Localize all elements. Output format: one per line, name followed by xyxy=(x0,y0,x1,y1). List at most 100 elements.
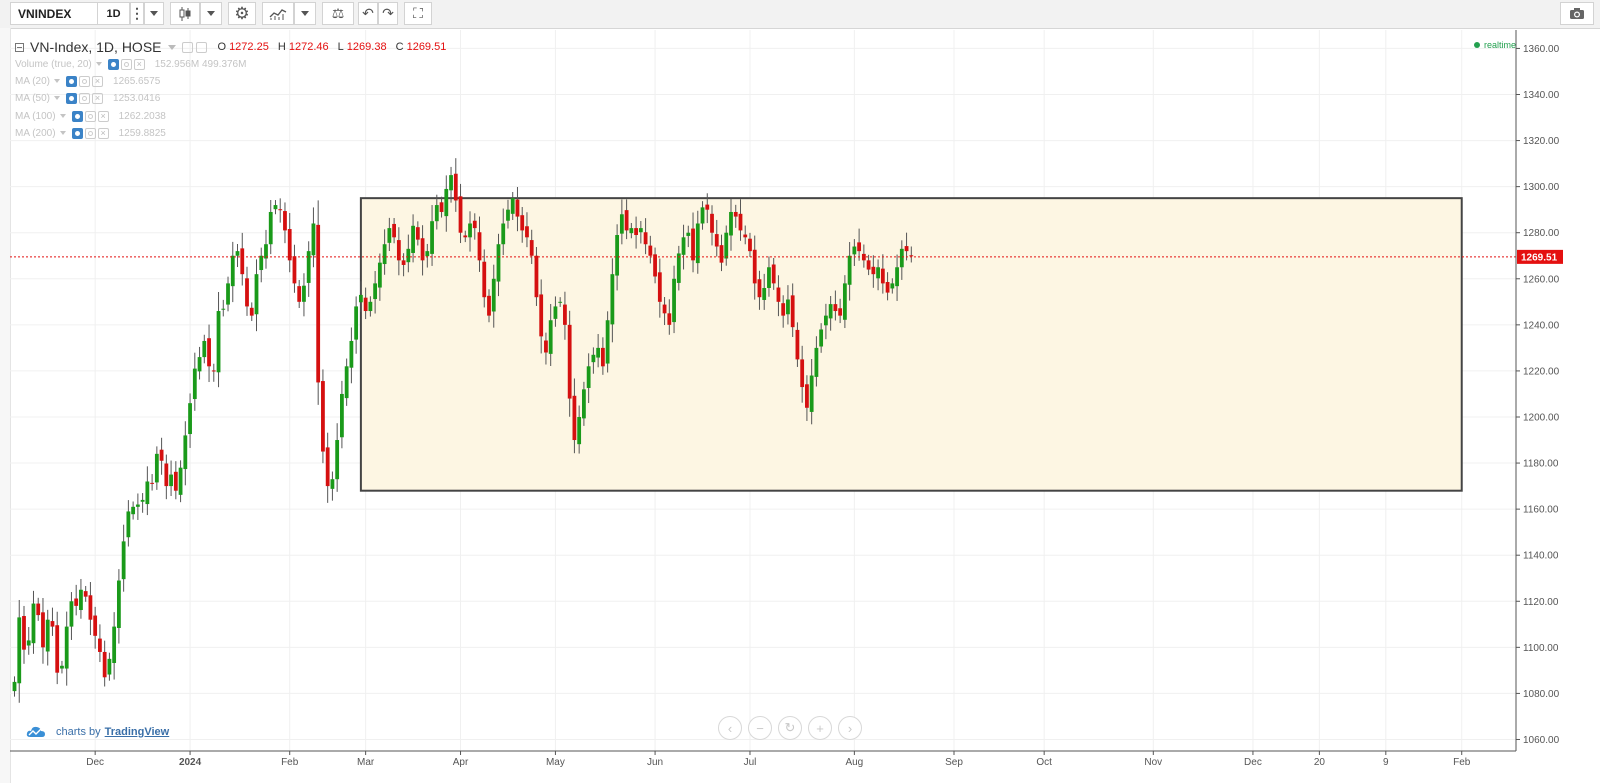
collapse-legend-icon[interactable] xyxy=(15,42,24,52)
time-tick-label: Aug xyxy=(845,757,863,768)
candle-down xyxy=(88,595,93,620)
candle-down xyxy=(643,232,648,245)
indicator-legend-ma200[interactable]: MA (200) × 1259.8825 xyxy=(15,125,166,141)
candle-up xyxy=(135,504,140,507)
indicator-legend-ma20[interactable]: MA (20) × 1265.6575 xyxy=(15,73,160,89)
candle-down xyxy=(363,297,368,312)
open-value: 1272.25 xyxy=(229,41,269,53)
eye-icon[interactable] xyxy=(107,58,119,70)
candle-up xyxy=(31,603,36,644)
candle-down xyxy=(458,196,463,233)
gear-icon[interactable] xyxy=(79,75,91,87)
candle-up xyxy=(335,440,340,480)
candle-up xyxy=(382,244,387,265)
series-menu-chevron-icon[interactable] xyxy=(167,44,176,50)
price-tick-label: 1120.00 xyxy=(1523,597,1559,608)
candle-down xyxy=(667,313,672,325)
candle-up xyxy=(786,299,790,315)
chevron-down-icon[interactable] xyxy=(54,79,61,83)
indicator-value: 1265.6575 xyxy=(113,75,161,87)
candle-down xyxy=(909,255,914,257)
tradingview-branding[interactable]: charts by TradingView xyxy=(26,725,169,738)
indicator-legend-ma50[interactable]: MA (50) × 1253.0416 xyxy=(15,90,160,106)
candle-down xyxy=(525,226,529,238)
candle-up xyxy=(154,453,159,483)
time-tick-label: Sep xyxy=(945,757,963,768)
chevron-down-icon[interactable] xyxy=(59,131,66,135)
reset-chart-button[interactable]: ↻ xyxy=(778,716,802,740)
zoom-out-button[interactable]: − xyxy=(748,716,772,740)
status-dot-icon xyxy=(1474,42,1480,48)
candle-down xyxy=(316,224,321,383)
close-icon[interactable]: × xyxy=(92,92,104,104)
chevron-down-icon[interactable] xyxy=(54,96,61,100)
gear-icon[interactable] xyxy=(84,110,96,122)
candle-down xyxy=(748,238,752,252)
candle-up xyxy=(548,320,553,354)
candle-down xyxy=(710,213,714,233)
price-tick-label: 1140.00 xyxy=(1523,551,1559,562)
candle-up xyxy=(254,274,259,315)
chevron-down-icon[interactable] xyxy=(95,62,102,66)
indicator-name: MA (200) xyxy=(15,127,56,139)
candle-down xyxy=(838,308,843,316)
gear-icon[interactable] xyxy=(120,58,132,70)
series-title: VN-Index, 1D, HOSE xyxy=(30,39,162,55)
price-tick-label: 1100.00 xyxy=(1523,643,1559,654)
scroll-left-button[interactable]: ‹ xyxy=(718,716,742,740)
series-visibility-icon[interactable] xyxy=(195,41,207,53)
close-icon[interactable]: × xyxy=(97,110,109,122)
candle-up xyxy=(434,205,439,222)
candle-down xyxy=(624,210,629,231)
candle-up xyxy=(302,285,306,302)
indicator-legend-volume[interactable]: Volume (true, 20) × 152.956M 499.376M xyxy=(15,56,246,72)
close-icon[interactable]: × xyxy=(92,75,104,87)
candle-up xyxy=(676,253,681,283)
price-tick-label: 1200.00 xyxy=(1523,412,1560,423)
candle-down xyxy=(325,447,330,487)
close-icon[interactable]: × xyxy=(133,58,145,70)
candle-down xyxy=(781,303,786,316)
eye-icon[interactable] xyxy=(71,127,83,139)
candle-down xyxy=(904,246,909,252)
candle-up xyxy=(311,223,316,256)
price-tick-label: 1180.00 xyxy=(1523,459,1559,470)
tradingview-link[interactable]: TradingView xyxy=(105,726,170,738)
time-tick-label: Dec xyxy=(86,757,104,768)
candle-up xyxy=(340,393,344,438)
candle-up xyxy=(230,255,235,287)
time-tick-label: Nov xyxy=(1144,757,1162,768)
candle-down xyxy=(880,268,885,284)
indicator-legend-ma100[interactable]: MA (100) × 1262.2038 xyxy=(15,108,166,124)
scroll-right-button[interactable]: › xyxy=(838,716,862,740)
candle-down xyxy=(805,384,809,408)
indicator-name: MA (20) xyxy=(15,75,51,87)
candle-up xyxy=(686,232,691,236)
candle-down xyxy=(515,199,520,217)
zoom-in-button[interactable]: + xyxy=(808,716,832,740)
indicator-name: Volume (true, 20) xyxy=(15,58,92,70)
eye-icon[interactable] xyxy=(66,75,78,87)
chevron-down-icon[interactable] xyxy=(59,114,66,118)
close-icon[interactable]: × xyxy=(97,127,109,139)
gear-icon[interactable] xyxy=(79,92,91,104)
candle-down xyxy=(752,249,757,284)
eye-icon[interactable] xyxy=(66,92,78,104)
eye-icon[interactable] xyxy=(71,110,83,122)
gear-icon[interactable] xyxy=(84,127,96,139)
high-value: 1272.46 xyxy=(288,41,329,53)
close-label: C xyxy=(395,41,404,53)
candle-up xyxy=(192,368,197,400)
candle-down xyxy=(93,615,98,636)
candle-down xyxy=(173,471,178,491)
candle-up xyxy=(842,283,847,320)
candle-up xyxy=(273,205,278,210)
candle-down xyxy=(572,395,577,441)
candle-up xyxy=(605,320,610,364)
indicator-name: MA (100) xyxy=(15,110,56,122)
series-settings-icon[interactable] xyxy=(181,41,193,53)
candle-up xyxy=(306,251,311,283)
price-chart[interactable]: 1060.00 1080.00 1100.00 1120.00 1140.00 1160.… xyxy=(0,0,1600,783)
candle-up xyxy=(216,311,221,373)
candle-down xyxy=(278,209,283,211)
